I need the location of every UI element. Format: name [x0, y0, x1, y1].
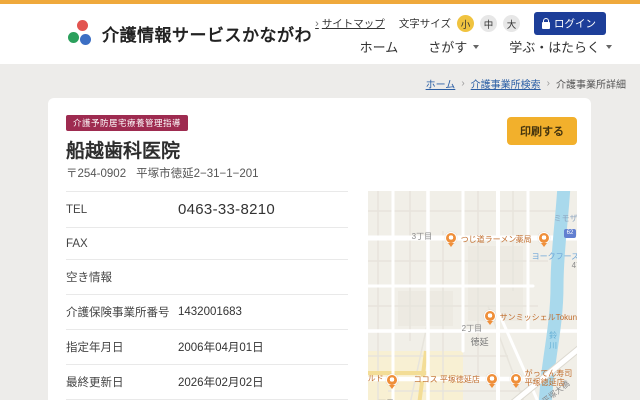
- facility-detail-card: 介護予防居宅療養管理指導 船越歯科医院 〒254-0902 平塚市徳延2−31−1…: [48, 98, 591, 400]
- river-label: 鈴川: [548, 331, 559, 351]
- field-label: FAX: [66, 238, 178, 250]
- address-text: 平塚市徳延2−31−1−201: [136, 168, 258, 180]
- logo-dot-red: [77, 20, 88, 31]
- login-label: ログイン: [554, 16, 596, 31]
- font-size-label: 文字サイズ: [399, 16, 451, 31]
- poi-label-pharmacy[interactable]: 薬局: [516, 234, 532, 245]
- restaurant-marker-icon[interactable]: [386, 374, 398, 386]
- logo-dot-green: [68, 32, 79, 43]
- nav-item-search[interactable]: さがす: [428, 37, 479, 56]
- nav-search-label: さがす: [428, 37, 467, 56]
- breadcrumb-current: 介護事業所詳細: [556, 76, 626, 91]
- town-label: 徳延: [471, 335, 489, 348]
- nav-item-home[interactable]: ホーム: [360, 37, 399, 56]
- district-label: 3丁目: [412, 231, 432, 242]
- logo-icon: [66, 18, 94, 48]
- poi-label-sunmichel[interactable]: サンミッシェルTokunobu: [500, 312, 577, 323]
- field-label: 空き情報: [66, 269, 178, 285]
- sitemap-link[interactable]: › サイトマップ: [315, 16, 385, 31]
- site-header: 介護情報サービスかながわ › サイトマップ 文字サイズ 小 中 大 ログイン ホ…: [0, 4, 640, 64]
- table-row-availability: 空き情報: [66, 260, 348, 295]
- chevron-down-icon: [473, 45, 479, 49]
- chevron-down-icon: [606, 45, 612, 49]
- main-nav: ホーム さがす 学ぶ・はたらく: [360, 37, 612, 56]
- chevron-right-icon: ›: [461, 78, 464, 89]
- sitemap-label: サイトマップ: [322, 16, 385, 31]
- field-label: 最終更新日: [66, 374, 178, 390]
- breadcrumb-home[interactable]: ホーム: [426, 76, 456, 91]
- table-row-fax: FAX: [66, 228, 348, 260]
- breadcrumb: ホーム › 介護事業所検索 › 介護事業所詳細: [426, 76, 626, 91]
- field-value: 2006年04月01日: [178, 339, 264, 355]
- poi-label-cocos[interactable]: ココス 平塚徳延店: [414, 374, 480, 385]
- field-value: 2026年02月02日: [178, 374, 264, 390]
- route-shield-icon: 62: [564, 229, 577, 238]
- nav-learn-work-label: 学ぶ・はたらく: [509, 37, 600, 56]
- table-row-last-updated: 最終更新日 2026年02月02日: [66, 365, 348, 400]
- site-logo[interactable]: 介護情報サービスかながわ: [66, 18, 312, 48]
- print-button[interactable]: 印刷する: [507, 117, 577, 145]
- table-row-designation-date: 指定年月日 2006年04月01日: [66, 330, 348, 365]
- number-label: 47: [572, 261, 577, 270]
- restaurant-marker-icon[interactable]: [510, 373, 522, 385]
- restaurant-marker-icon[interactable]: [445, 232, 457, 244]
- font-size-large-button[interactable]: 大: [503, 15, 520, 32]
- restaurant-marker-icon[interactable]: [486, 373, 498, 385]
- nav-home-label: ホーム: [360, 37, 399, 56]
- facility-fields-table: TEL 0463-33-8210 FAX 空き情報 介護保険事業所番号 1432…: [66, 191, 348, 400]
- nav-item-learn-work[interactable]: 学ぶ・はたらく: [509, 37, 612, 56]
- field-label: TEL: [66, 204, 178, 216]
- chevron-right-icon: ›: [315, 18, 319, 30]
- font-size-small-button[interactable]: 小: [457, 15, 474, 32]
- breadcrumb-search[interactable]: 介護事業所検索: [471, 76, 541, 91]
- field-value: 1432001683: [178, 306, 242, 318]
- service-type-badge: 介護予防居宅療養管理指導: [66, 115, 188, 131]
- field-label: 指定年月日: [66, 339, 178, 355]
- detail-body: TEL 0463-33-8210 FAX 空き情報 介護保険事業所番号 1432…: [66, 191, 577, 400]
- table-row-tel: TEL 0463-33-8210: [66, 192, 348, 228]
- facility-address: 〒254-0902 平塚市徳延2−31−1−201: [66, 167, 577, 182]
- font-size-medium-button[interactable]: 中: [480, 15, 497, 32]
- facility-name: 船越歯科医院: [66, 140, 577, 164]
- poi-label-mcdonalds-cut[interactable]: ルド: [368, 373, 384, 384]
- table-row-office-number: 介護保険事業所番号 1432001683: [66, 295, 348, 330]
- store-marker-icon[interactable]: [538, 232, 550, 244]
- utility-nav: › サイトマップ 文字サイズ 小 中 大 ログイン: [315, 12, 606, 35]
- field-label: 介護保険事業所番号: [66, 304, 178, 320]
- restaurant-marker-icon[interactable]: [484, 310, 496, 322]
- poi-label-york[interactable]: ヨークフーズ: [532, 251, 577, 262]
- site-title: 介護情報サービスかながわ: [102, 21, 312, 46]
- location-map[interactable]: 3丁目 2丁目 徳延 2丁目 ミモザ 47 平塚大橋 鈴川 62 つじ道ラーメン…: [368, 191, 577, 400]
- postal-code: 〒254-0902: [66, 168, 126, 180]
- poi-label-gatten-line2[interactable]: 平塚徳延店: [525, 377, 565, 388]
- poi-label-ramen[interactable]: つじ道ラーメン: [461, 234, 517, 245]
- field-value: 0463-33-8210: [178, 201, 275, 218]
- font-size-switcher: 文字サイズ 小 中 大: [399, 15, 520, 32]
- poi-label-partial: ミモザ: [554, 213, 577, 224]
- chevron-right-icon: ›: [547, 78, 550, 89]
- logo-dot-blue: [80, 34, 91, 45]
- login-button[interactable]: ログイン: [534, 12, 606, 35]
- lock-icon: [542, 22, 550, 29]
- district-label: 2丁目: [462, 323, 482, 334]
